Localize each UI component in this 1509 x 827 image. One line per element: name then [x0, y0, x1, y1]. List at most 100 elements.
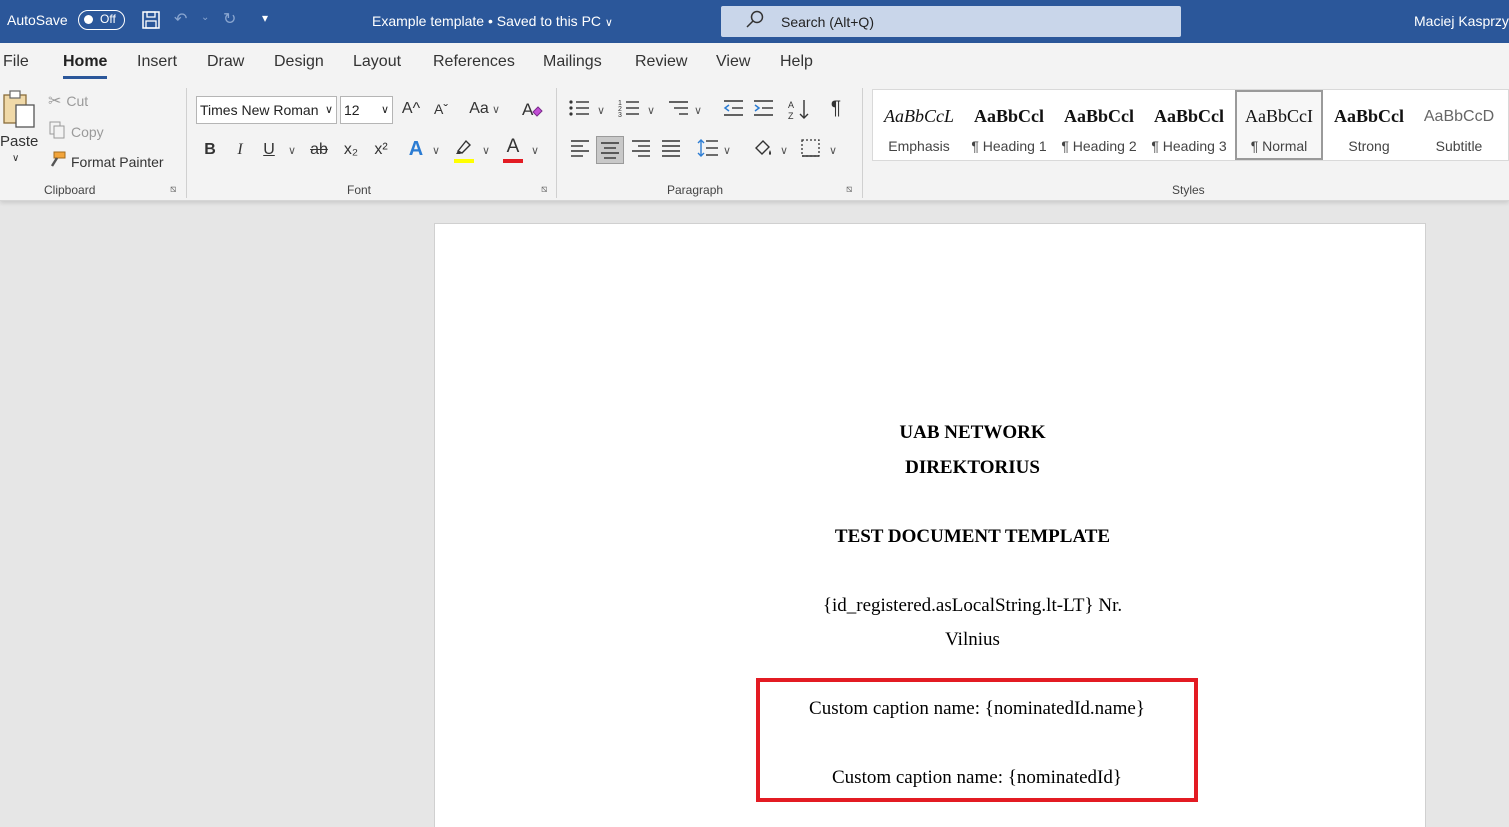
chevron-down-icon: ∨: [380, 104, 389, 116]
customize-quick-access-icon[interactable]: ▾: [262, 11, 268, 25]
font-group-label: Font: [347, 183, 372, 197]
increase-indent-icon[interactable]: [751, 98, 775, 122]
style-name: ¶ Heading 1: [971, 138, 1047, 154]
search-icon: [745, 9, 765, 36]
paragraph-dialog-launcher-icon[interactable]: ⧅: [846, 184, 852, 195]
group-separator: [556, 88, 557, 198]
align-left-icon[interactable]: [568, 138, 592, 162]
style-preview: AaBbCcl: [1333, 106, 1404, 126]
clear-formatting-icon[interactable]: A: [520, 98, 544, 122]
subscript-button[interactable]: x₂: [339, 139, 363, 163]
align-center-icon[interactable]: [596, 136, 624, 164]
justify-icon[interactable]: [659, 138, 683, 162]
doc-heading: TEST DOCUMENT TEMPLATE: [834, 526, 1111, 547]
toggle-knob: [84, 15, 93, 24]
save-icon[interactable]: [141, 10, 161, 35]
search-placeholder: Search (Alt+Q): [781, 14, 874, 30]
highlight-box: Custom caption name: {nominatedId.name} …: [756, 678, 1198, 802]
style-name: ¶ Heading 3: [1151, 138, 1227, 154]
tab-insert[interactable]: Insert: [137, 53, 177, 71]
undo-dropdown-icon[interactable]: ⌄: [201, 12, 209, 23]
svg-text:A: A: [788, 100, 794, 110]
tab-review[interactable]: Review: [635, 53, 687, 71]
doc-city: Vilnius: [945, 629, 1000, 650]
multilevel-list-icon[interactable]: [666, 98, 690, 122]
style-heading-3[interactable]: AaBbCcl ¶ Heading 3: [1145, 90, 1233, 160]
undo-icon[interactable]: ↶: [174, 9, 187, 29]
tab-home[interactable]: Home: [63, 53, 108, 79]
font-dialog-launcher-icon[interactable]: ⧅: [541, 184, 547, 195]
text-effects-dropdown-icon[interactable]: ∨: [430, 140, 442, 164]
decrease-indent-icon[interactable]: [721, 98, 745, 122]
font-color-dropdown-icon[interactable]: ∨: [529, 140, 541, 164]
underline-button[interactable]: U: [258, 139, 280, 163]
bullets-icon[interactable]: [567, 98, 591, 122]
line-spacing-dropdown-icon[interactable]: ∨: [721, 140, 733, 164]
tab-view[interactable]: View: [716, 53, 750, 71]
multilevel-dropdown-icon[interactable]: ∨: [692, 100, 704, 124]
text-effects-icon[interactable]: A: [404, 138, 428, 162]
highlight-dropdown-icon[interactable]: ∨: [480, 140, 492, 164]
sort-icon[interactable]: AZ: [787, 98, 811, 122]
bold-button[interactable]: B: [199, 139, 221, 163]
font-color-icon[interactable]: A: [502, 136, 524, 160]
show-paragraph-marks-icon[interactable]: ¶: [825, 98, 847, 122]
font-size-combo[interactable]: 12 ∨: [340, 96, 393, 124]
user-name[interactable]: Maciej Kasprzy: [1414, 13, 1509, 29]
change-case-dropdown-icon[interactable]: ∨: [491, 99, 501, 123]
cut-button[interactable]: ✂ Cut: [48, 91, 88, 111]
copy-icon: [48, 121, 66, 142]
style-normal[interactable]: AaBbCcI ¶ Normal: [1235, 90, 1323, 160]
autosave-label: AutoSave: [7, 12, 68, 28]
borders-dropdown-icon[interactable]: ∨: [827, 140, 839, 164]
bullets-dropdown-icon[interactable]: ∨: [595, 100, 607, 124]
tab-mailings[interactable]: Mailings: [543, 53, 602, 71]
change-case-icon[interactable]: Aa: [466, 98, 492, 122]
doc-organization: UAB NETWORK: [899, 422, 1046, 443]
numbering-dropdown-icon[interactable]: ∨: [645, 100, 657, 124]
tab-layout[interactable]: Layout: [353, 53, 401, 71]
tab-references[interactable]: References: [433, 53, 515, 71]
styles-group-label: Styles: [1172, 183, 1205, 197]
format-painter-icon: [48, 151, 66, 172]
document-page[interactable]: UAB NETWORK DIREKTORIUS TEST DOCUMENT TE…: [434, 223, 1426, 827]
align-right-icon[interactable]: [629, 138, 653, 162]
highlight-icon[interactable]: [452, 137, 476, 161]
superscript-button[interactable]: x²: [369, 139, 393, 163]
style-strong[interactable]: AaBbCcl Strong: [1325, 90, 1413, 160]
shrink-font-icon[interactable]: Aˇ: [429, 98, 453, 122]
autosave-toggle[interactable]: Off: [78, 10, 125, 30]
style-subtitle[interactable]: AaBbCcD Subtitle: [1415, 90, 1503, 160]
strikethrough-button[interactable]: ab: [307, 139, 331, 163]
tab-draw[interactable]: Draw: [207, 53, 244, 71]
svg-text:3: 3: [618, 112, 622, 118]
redo-icon[interactable]: ↻: [223, 9, 236, 29]
document-title[interactable]: Example template • Saved to this PC ∨: [372, 13, 613, 29]
line-spacing-icon[interactable]: [696, 138, 720, 162]
paste-button[interactable]: Paste ∨: [0, 89, 40, 169]
clipboard-dialog-launcher-icon[interactable]: ⧅: [170, 184, 176, 195]
font-family-combo[interactable]: Times New Roman ∨: [196, 96, 337, 124]
copy-button[interactable]: Copy: [48, 121, 104, 142]
doc-registration-line: {id_registered.asLocalString.lt-LT} Nr.: [822, 595, 1123, 616]
numbering-icon[interactable]: 123: [617, 98, 641, 122]
search-box[interactable]: Search (Alt+Q): [721, 6, 1181, 37]
borders-icon[interactable]: [799, 138, 823, 162]
tab-file[interactable]: File: [3, 53, 29, 71]
styles-gallery: AaBbCcL Emphasis AaBbCcl ¶ Heading 1 AaB…: [872, 89, 1509, 161]
italic-button[interactable]: I: [229, 139, 251, 163]
font-family-value: Times New Roman: [200, 102, 319, 118]
format-painter-label: Format Painter: [71, 153, 164, 170]
shading-icon[interactable]: [751, 137, 775, 161]
style-heading-2[interactable]: AaBbCcl ¶ Heading 2: [1055, 90, 1143, 160]
paragraph-group-label: Paragraph: [667, 183, 724, 197]
tab-design[interactable]: Design: [274, 53, 324, 71]
style-emphasis[interactable]: AaBbCcL Emphasis: [875, 90, 963, 160]
format-painter-button[interactable]: Format Painter: [48, 151, 164, 172]
style-heading-1[interactable]: AaBbCcl ¶ Heading 1: [965, 90, 1053, 160]
shading-dropdown-icon[interactable]: ∨: [778, 140, 790, 164]
grow-font-icon[interactable]: A^: [399, 98, 423, 122]
tab-help[interactable]: Help: [780, 53, 813, 71]
style-name: Subtitle: [1435, 138, 1483, 154]
underline-dropdown-icon[interactable]: ∨: [286, 140, 298, 164]
